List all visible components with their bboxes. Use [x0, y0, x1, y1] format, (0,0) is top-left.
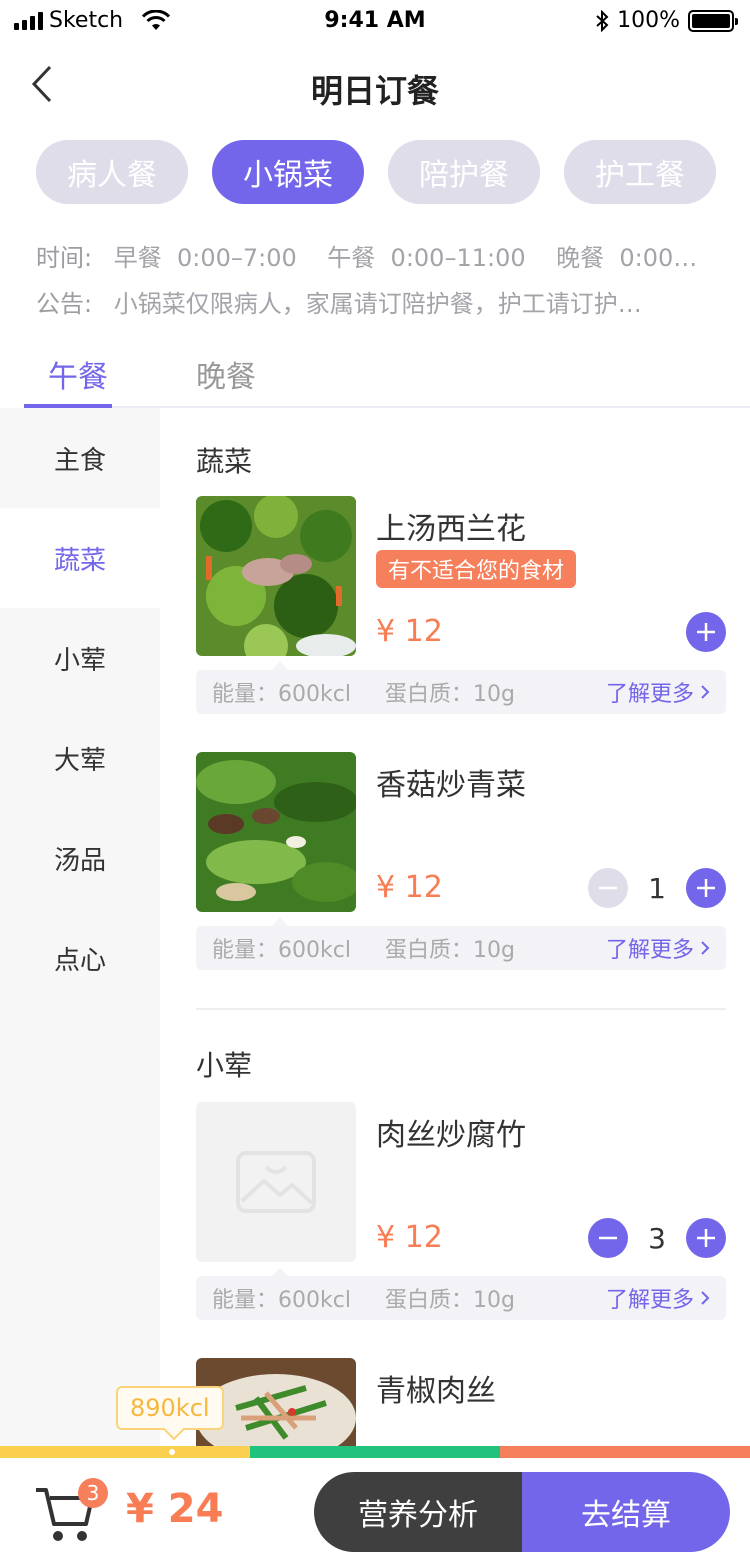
energy-text: 能量：600kcl	[212, 938, 351, 963]
checkout-button[interactable]: 去结算	[522, 1472, 730, 1552]
learn-more-label: 了解更多	[605, 1288, 694, 1313]
tab-lunch[interactable]: 午餐	[48, 352, 108, 396]
kcal-tooltip: 890kcl	[116, 1386, 224, 1430]
action-buttons: 营养分析 去结算	[314, 1472, 730, 1552]
bluetooth-icon	[596, 9, 609, 32]
section-title: 小荤	[196, 1049, 253, 1082]
quantity: 3	[648, 1222, 666, 1255]
notice-info: 公告: 小锅菜仅限病人，家属请订陪护餐，护工请订护…	[36, 284, 716, 319]
minus-icon	[599, 886, 617, 890]
protein-text: 蛋白质：10g	[384, 938, 515, 963]
dish-name: 肉丝炒腐竹	[376, 1118, 526, 1153]
learn-more-link[interactable]: 了解更多	[606, 932, 710, 964]
progress-segment-low	[0, 1446, 250, 1458]
tab-dinner[interactable]: 晚餐	[196, 352, 256, 396]
ingredient-warning-badge: 有不适合您的食材	[376, 550, 577, 588]
meal-type-selector: 病人餐 小锅菜 陪护餐 护工餐	[36, 140, 716, 204]
meal-time-text: 早餐 0:00–7:00 午餐 0:00–11:00 晚餐 0:00…	[113, 244, 698, 272]
dish-name: 香菇炒青菜	[376, 768, 526, 803]
nutrition-row: 能量：600kcl 蛋白质：10g 了解更多	[196, 662, 726, 714]
sidebar-item-staple[interactable]: 主食	[0, 408, 160, 508]
minus-icon	[599, 1236, 617, 1240]
learn-more-link[interactable]: 了解更多	[606, 1282, 710, 1314]
chevron-right-icon	[701, 941, 710, 955]
battery-percent: 100%	[617, 8, 680, 33]
add-button[interactable]	[686, 868, 726, 908]
learn-more-link[interactable]: 了解更多	[606, 676, 710, 708]
dish-price: ¥ 12	[376, 614, 443, 649]
nav-bar: 明日订餐	[0, 40, 750, 128]
checkout-bar: 3 ¥ 24 营养分析 去结算	[0, 1458, 750, 1566]
meal-time-info: 时间: 早餐 0:00–7:00 午餐 0:00–11:00 晚餐 0:00…	[36, 238, 716, 273]
meal-type-patient[interactable]: 病人餐	[36, 140, 188, 204]
plus-icon	[697, 879, 715, 897]
progress-segment-high	[500, 1446, 750, 1458]
battery-icon	[688, 9, 738, 32]
meal-type-caregiver[interactable]: 护工餐	[564, 140, 716, 204]
nutrition-progress-bar	[0, 1446, 750, 1458]
progress-marker	[169, 1449, 175, 1455]
quantity: 1	[648, 872, 666, 905]
decrease-button[interactable]	[588, 1218, 628, 1258]
dish-photo[interactable]	[196, 496, 356, 656]
page-title: 明日订餐	[310, 72, 439, 110]
meal-tabs: 午餐 晚餐	[24, 352, 750, 408]
sidebar-item-dessert[interactable]: 点心	[0, 908, 160, 1008]
progress-segment-good	[250, 1446, 500, 1458]
dish-name: 青椒肉丝	[376, 1374, 496, 1409]
plus-icon	[697, 1229, 715, 1247]
dish-price: ¥ 12	[376, 1220, 443, 1255]
sidebar-item-soup[interactable]: 汤品	[0, 808, 160, 908]
dish-photo[interactable]	[196, 752, 356, 912]
sidebar-item-small-meat[interactable]: 小荤	[0, 608, 160, 708]
meal-type-companion[interactable]: 陪护餐	[388, 140, 540, 204]
add-button[interactable]	[686, 1218, 726, 1258]
dish-photo-placeholder[interactable]	[196, 1102, 356, 1262]
chevron-right-icon	[701, 685, 710, 699]
protein-text: 蛋白质：10g	[384, 1288, 515, 1313]
dish-price: ¥ 12	[376, 870, 443, 905]
nutrition-row: 能量：600kcl 蛋白质：10g 了解更多	[196, 1268, 726, 1320]
chevron-right-icon	[701, 1291, 710, 1305]
notice-text: 小锅菜仅限病人，家属请订陪护餐，护工请订护…	[113, 290, 642, 318]
decrease-button[interactable]	[588, 868, 628, 908]
nutrition-analysis-button[interactable]: 营养分析	[314, 1472, 522, 1552]
plus-icon	[697, 623, 715, 641]
image-placeholder-icon	[236, 1151, 316, 1213]
add-button[interactable]	[686, 612, 726, 652]
meal-time-label: 时间:	[36, 244, 93, 272]
meal-type-small-pot[interactable]: 小锅菜	[212, 140, 364, 204]
nutrition-row: 能量：600kcl 蛋白质：10g 了解更多	[196, 918, 726, 970]
status-right: 100%	[595, 8, 738, 33]
dish-name: 上汤西兰花	[376, 512, 526, 547]
cart-total: ¥ 24	[126, 1486, 224, 1532]
category-sidebar: 主食 蔬菜 小荤 大荤 汤品 点心	[0, 408, 160, 1448]
section-title: 蔬菜	[196, 445, 253, 478]
section-divider	[196, 1008, 726, 1010]
learn-more-label: 了解更多	[605, 938, 694, 963]
energy-text: 能量：600kcl	[212, 682, 351, 707]
sidebar-item-big-meat[interactable]: 大荤	[0, 708, 160, 808]
protein-text: 蛋白质：10g	[384, 682, 515, 707]
cart-count-badge: 3	[78, 1478, 108, 1508]
sidebar-item-vegetable[interactable]: 蔬菜	[0, 508, 160, 608]
status-bar: Sketch 9:41 AM 100%	[0, 0, 750, 40]
notice-label: 公告:	[36, 290, 93, 318]
learn-more-label: 了解更多	[605, 682, 694, 707]
energy-text: 能量：600kcl	[212, 1288, 351, 1313]
